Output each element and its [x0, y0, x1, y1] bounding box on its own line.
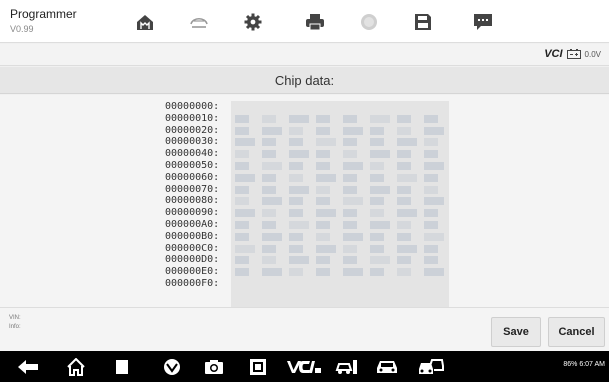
footer-bar: VIN: Info: Save Cancel: [0, 307, 609, 351]
chat-button[interactable]: [456, 0, 510, 43]
section-title: Chip data:: [0, 67, 609, 94]
address-cell: 00000060:: [165, 171, 220, 183]
hex-row: [231, 278, 449, 290]
chat-icon: [474, 13, 492, 30]
multi-vehicle-icon: [419, 358, 444, 374]
hex-row: [231, 219, 449, 231]
screenshot-icon: [250, 358, 266, 375]
vehicle-swap-icon: [190, 17, 208, 28]
address-column: 00000000: 00000010: 00000020: 00000030: 0000…: [165, 101, 219, 290]
browser-button[interactable]: [158, 351, 186, 382]
home-icon: [137, 14, 153, 30]
hex-row: [231, 243, 449, 255]
hex-row: [231, 125, 449, 137]
hex-row: [231, 195, 449, 207]
hex-row: [231, 207, 449, 219]
recent-apps-icon: [116, 359, 128, 374]
hex-row: [231, 172, 449, 184]
vci-icon: [287, 360, 321, 373]
vci-manager-button[interactable]: [284, 351, 324, 382]
camera-button[interactable]: [200, 351, 228, 382]
save-button[interactable]: Save: [491, 317, 541, 347]
hex-row: [231, 113, 449, 125]
camera-icon: [205, 359, 223, 374]
battery-icon: [566, 49, 581, 59]
hex-row: [231, 254, 449, 266]
hex-row: [231, 231, 449, 243]
hex-row: [231, 136, 449, 148]
multi-vehicle-button[interactable]: [416, 351, 446, 382]
save-data-button[interactable]: [396, 0, 450, 43]
home-icon: [67, 357, 85, 376]
car-icon: [377, 360, 397, 373]
app-version: V0.99: [10, 24, 34, 34]
chip-data-view[interactable]: 00000000: 00000010: 00000020: 00000030: 0000…: [0, 95, 609, 307]
help-button[interactable]: [342, 0, 396, 43]
hex-row: [231, 184, 449, 196]
hex-row: [231, 148, 449, 160]
vci-label: VCI: [544, 48, 563, 60]
hex-row: [231, 266, 449, 278]
vehicle-maintenance-icon: [335, 359, 357, 374]
address-cell: 000000A0:: [165, 218, 220, 230]
print-icon: [306, 13, 324, 30]
address-cell: 00000030:: [165, 136, 220, 148]
address-cell: 00000010:: [165, 112, 220, 124]
vci-voltage: 0.0V: [584, 49, 601, 59]
back-button[interactable]: [14, 351, 42, 382]
car-button[interactable]: [372, 351, 402, 382]
address-cell: 000000D0:: [165, 254, 220, 266]
info-label: Info:: [9, 324, 21, 330]
address-cell: 00000020:: [165, 124, 220, 136]
recent-apps-button[interactable]: [108, 351, 136, 382]
cancel-button[interactable]: Cancel: [548, 317, 605, 347]
app-title: Programmer: [10, 7, 77, 21]
back-icon: [18, 359, 38, 374]
address-cell: 00000080:: [165, 195, 220, 207]
app-toolbar: Programmer V0.99: [0, 0, 609, 43]
system-status: 86% 6:07 AM: [563, 361, 605, 368]
vci-status: VCI 0.0V: [544, 48, 601, 60]
vin-label: VIN:: [9, 315, 21, 321]
home-nav-button[interactable]: [62, 351, 90, 382]
home-button[interactable]: [118, 0, 172, 43]
vci-status-strip: VCI 0.0V: [0, 44, 609, 66]
address-cell: 000000C0:: [165, 242, 220, 254]
hex-row: [231, 160, 449, 172]
address-cell: 00000090:: [165, 207, 220, 219]
browser-icon: [164, 358, 180, 375]
screenshot-button[interactable]: [244, 351, 272, 382]
system-nav-bar: 86% 6:07 AM: [0, 351, 609, 382]
address-cell: 000000B0:: [165, 230, 220, 242]
address-cell: 00000040:: [165, 148, 220, 160]
save-icon: [415, 13, 431, 30]
address-cell: 00000070:: [165, 183, 220, 195]
settings-button[interactable]: [226, 0, 280, 43]
maintenance-button[interactable]: [332, 351, 362, 382]
address-cell: 00000050:: [165, 159, 220, 171]
vehicle-swap-button[interactable]: [172, 0, 226, 43]
help-icon: [361, 13, 377, 30]
address-cell: 00000000:: [165, 101, 220, 112]
gear-icon: [244, 13, 262, 30]
hex-row: [231, 101, 449, 113]
hex-data-pixelated: [231, 101, 449, 307]
print-button[interactable]: [288, 0, 342, 43]
address-cell: 000000E0:: [165, 266, 220, 278]
address-cell: 000000F0:: [165, 277, 220, 289]
